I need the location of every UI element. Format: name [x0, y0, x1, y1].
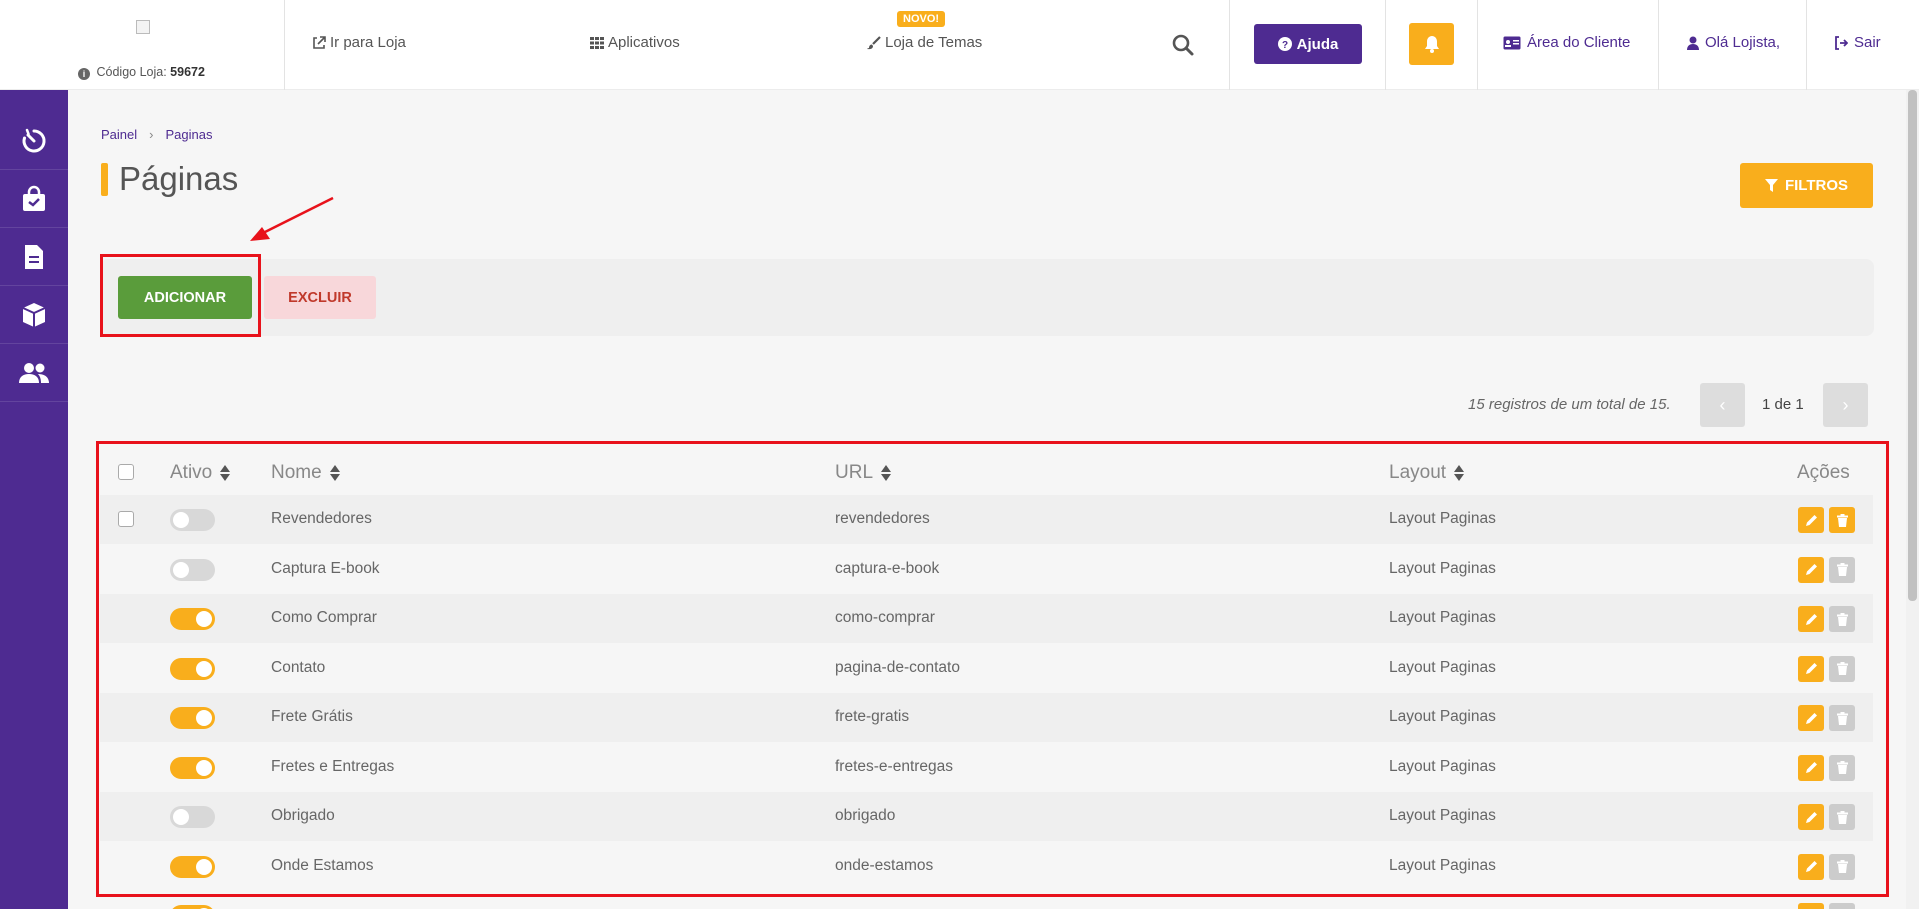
chevron-right-icon: ›	[149, 127, 154, 142]
svg-text:?: ?	[1282, 40, 1288, 51]
id-card-icon	[1503, 36, 1521, 49]
sidebar-item-products[interactable]	[0, 286, 68, 344]
apps-link[interactable]: Aplicativos	[590, 34, 680, 51]
user-icon	[1687, 36, 1699, 50]
previous-page-button[interactable]: ‹	[1700, 383, 1745, 427]
user-greeting[interactable]: Olá Lojista,	[1687, 34, 1780, 51]
page-title: Páginas	[119, 160, 239, 197]
records-info: 15 registros de um total de 15.	[1468, 396, 1671, 413]
next-page-button[interactable]: ›	[1823, 383, 1868, 427]
logout-link[interactable]: Sair	[1834, 34, 1881, 51]
external-link-icon	[313, 35, 326, 49]
highlight-table	[96, 441, 1889, 897]
shopping-bag-icon	[23, 185, 45, 211]
box-icon	[22, 302, 46, 327]
sidebar-item-dashboard[interactable]	[0, 112, 68, 170]
document-icon	[25, 244, 43, 269]
store-logo[interactable]	[136, 20, 150, 34]
divider	[1477, 0, 1478, 90]
breadcrumb: Painel › Paginas	[101, 127, 212, 142]
dashboard-icon	[22, 128, 46, 152]
search-icon[interactable]	[1171, 33, 1195, 57]
theme-store-link[interactable]: Loja de Temas	[867, 34, 982, 51]
store-logo-area: i Código Loja: 59672	[0, 0, 285, 90]
new-badge: NOVO!	[897, 11, 946, 27]
store-code-value: 59672	[170, 65, 205, 79]
active-toggle[interactable]	[170, 905, 215, 909]
filter-icon	[1764, 179, 1778, 192]
annotation-arrow	[250, 196, 334, 241]
breadcrumb-panel[interactable]: Painel	[101, 127, 137, 142]
breadcrumb-pages[interactable]: Paginas	[165, 127, 212, 142]
go-to-store-link[interactable]: Ir para Loja	[312, 34, 406, 51]
title-accent	[101, 163, 108, 196]
delete-button[interactable]: EXCLUIR	[264, 276, 376, 319]
bell-icon	[1424, 36, 1439, 53]
sign-out-icon	[1835, 35, 1848, 50]
users-icon	[19, 362, 49, 383]
sidebar-item-orders[interactable]	[0, 170, 68, 228]
highlight-add-button	[100, 254, 261, 337]
question-icon: ?	[1277, 37, 1292, 51]
delete-row-button[interactable]	[1829, 903, 1855, 909]
pagination-label: 1 de 1	[1762, 396, 1804, 413]
chevron-left-icon: ‹	[1719, 394, 1726, 415]
store-code: i Código Loja: 59672	[78, 65, 205, 80]
filters-button[interactable]: FILTROS	[1740, 163, 1873, 208]
help-button[interactable]: ? Ajuda	[1254, 24, 1362, 64]
sidebar-item-pages[interactable]	[0, 228, 68, 286]
divider	[1229, 0, 1230, 90]
info-icon: i	[78, 68, 90, 80]
notifications-button[interactable]	[1409, 23, 1454, 65]
brush-icon	[867, 35, 881, 49]
divider	[1385, 0, 1386, 90]
edit-button[interactable]	[1798, 903, 1824, 909]
scrollbar-thumb[interactable]	[1908, 90, 1917, 601]
divider	[1806, 0, 1807, 90]
divider	[1658, 0, 1659, 90]
grid-icon	[590, 36, 604, 49]
page-scrollbar[interactable]	[1906, 90, 1919, 909]
chevron-right-icon: ›	[1842, 394, 1849, 415]
sidebar-item-customers[interactable]	[0, 344, 68, 402]
client-area-link[interactable]: Área do Cliente	[1503, 34, 1630, 51]
